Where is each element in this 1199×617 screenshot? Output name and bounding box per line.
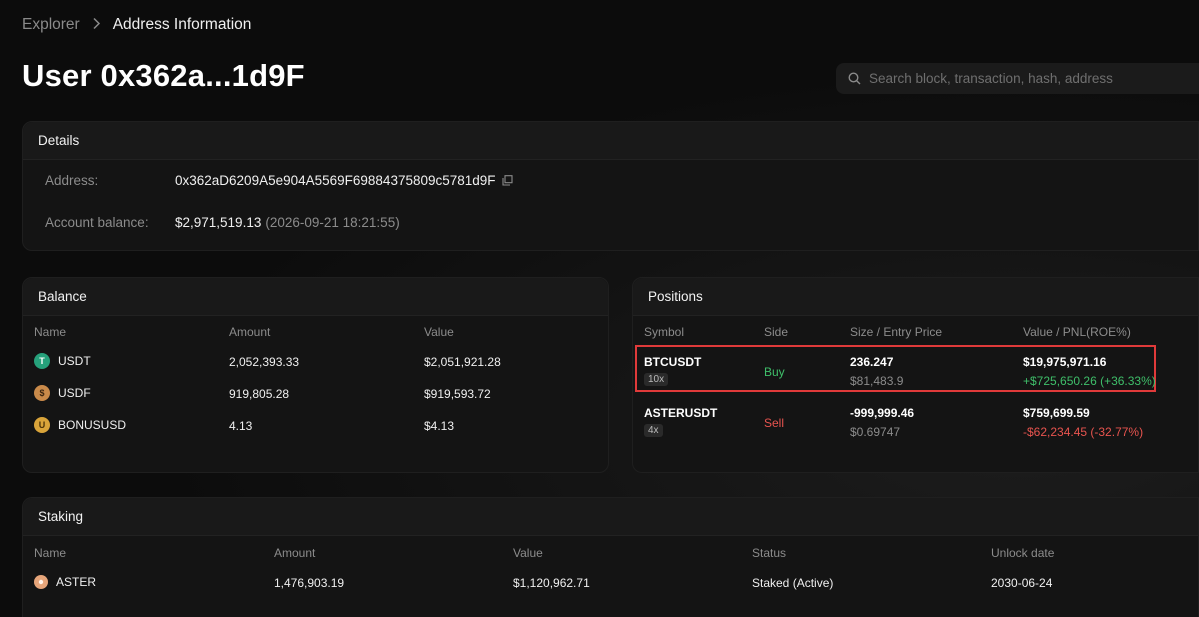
position-entry-price: $81,483.9 — [850, 374, 904, 388]
usdf-icon: $ — [34, 385, 50, 401]
account-balance-row: Account balance: $2,971,519.13 (2026-09-… — [45, 215, 400, 230]
position-symbol: BTCUSDT — [644, 355, 702, 369]
balance-col-value: Value — [424, 325, 454, 339]
breadcrumb-current: Address Information — [112, 16, 252, 33]
table-row: ASTER — [34, 575, 96, 589]
usdt-icon: T — [34, 353, 50, 369]
account-balance-label: Account balance: — [45, 215, 149, 230]
position-entry-price: $0.69747 — [850, 425, 901, 439]
staking-status: Staked (Active) — [752, 576, 834, 590]
copy-icon[interactable] — [501, 175, 513, 186]
balance-value: $919,593.72 — [424, 387, 491, 401]
address-label: Address: — [45, 173, 99, 188]
chevron-right-icon — [92, 17, 101, 33]
leverage-badge: 4x — [644, 424, 663, 437]
page-title: User 0x362a...1d9F — [22, 58, 305, 93]
staking-amount: 1,476,903.19 — [274, 576, 345, 590]
breadcrumb: Explorer Address Information — [22, 16, 251, 34]
table-row: U BONUSUSD — [34, 417, 126, 433]
positions-card: Positions Symbol Side Size / Entry Price… — [632, 277, 1199, 473]
staking-value: $1,120,962.71 — [513, 576, 590, 590]
details-card: Details Address: 0x362aD6209A5e904A5569F… — [22, 121, 1199, 251]
account-balance-time: (2026-09-21 18:21:55) — [265, 215, 400, 230]
address-value[interactable]: 0x362aD6209A5e904A5569F69884375809c5781d… — [175, 173, 496, 188]
positions-header: Positions — [633, 278, 1198, 316]
leverage-badge: 10x — [644, 373, 669, 386]
position-pnl: -$62,234.45 (-32.77%) — [1023, 425, 1144, 439]
staking-col-amount: Amount — [274, 546, 316, 560]
search-icon — [848, 72, 861, 85]
staking-col-status: Status — [752, 546, 787, 560]
search-input[interactable] — [869, 71, 1189, 86]
details-header: Details — [23, 122, 1198, 160]
staking-header: Staking — [23, 498, 1198, 536]
positions-col-size: Size / Entry Price — [850, 325, 943, 339]
staking-col-value: Value — [513, 546, 543, 560]
position-symbol: ASTERUSDT — [644, 406, 718, 420]
position-value: $759,699.59 — [1023, 406, 1090, 420]
aster-icon — [34, 575, 48, 589]
balance-amount: 4.13 — [229, 419, 253, 433]
balance-name: USDF — [58, 386, 91, 400]
balance-amount: 919,805.28 — [229, 387, 290, 401]
position-size: -999,999.46 — [850, 406, 915, 420]
staking-col-unlock: Unlock date — [991, 546, 1055, 560]
positions-col-value: Value / PNL(ROE%) — [1023, 325, 1131, 339]
breadcrumb-explorer-link[interactable]: Explorer — [22, 16, 80, 34]
balance-value: $4.13 — [424, 419, 455, 433]
position-size: 236.247 — [850, 355, 894, 369]
table-row: $ USDF — [34, 385, 91, 401]
table-row: T USDT — [34, 353, 91, 369]
staking-col-name: Name — [34, 546, 67, 560]
bonususd-icon: U — [34, 417, 50, 433]
staking-card: Staking Name Amount Value Status Unlock … — [22, 497, 1199, 617]
position-value: $19,975,971.16 — [1023, 355, 1107, 369]
positions-col-symbol: Symbol — [644, 325, 685, 339]
balance-card: Balance Name Amount Value T USDT 2,052,3… — [22, 277, 609, 473]
position-side: Sell — [764, 416, 785, 430]
balance-value: $2,051,921.28 — [424, 355, 501, 369]
balance-name: USDT — [58, 354, 91, 368]
balance-col-amount: Amount — [229, 325, 271, 339]
staking-name: ASTER — [56, 575, 97, 589]
balance-name: BONUSUSD — [58, 418, 127, 432]
staking-unlock-date: 2030-06-24 — [991, 576, 1053, 590]
position-side: Buy — [764, 365, 785, 379]
positions-col-side: Side — [764, 325, 789, 339]
balance-amount: 2,052,393.33 — [229, 355, 300, 369]
search-bar[interactable] — [836, 63, 1199, 94]
account-balance-value: $2,971,519.13 — [175, 215, 262, 230]
address-row: Address: 0x362aD6209A5e904A5569F69884375… — [45, 173, 513, 188]
position-pnl: +$725,650.26 (+36.33%) — [1023, 374, 1156, 388]
balance-header: Balance — [23, 278, 608, 316]
balance-col-name: Name — [34, 325, 67, 339]
